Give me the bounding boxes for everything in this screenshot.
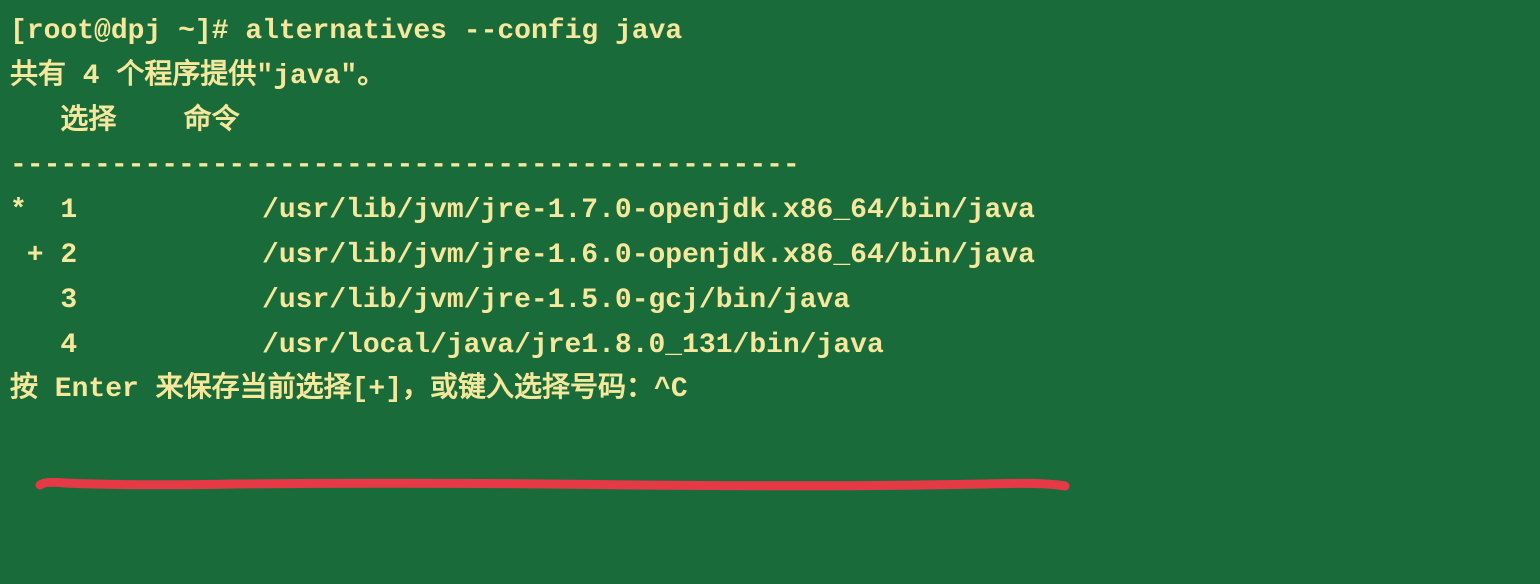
alternative-row: * 1 /usr/lib/jvm/jre-1.7.0-openjdk.x86_6… [10,189,1530,234]
prompt-host: dpj [111,16,161,47]
prompt-open-bracket: [ [10,16,27,47]
alternative-row: 4 /usr/local/java/jre1.8.0_131/bin/java [10,324,1530,369]
summary-line: 共有 4 个程序提供"java"。 [10,55,1530,100]
prompt-path: ~ [178,16,195,47]
prompt-user: root [27,16,94,47]
alternative-row: + 2 /usr/lib/jvm/jre-1.6.0-openjdk.x86_6… [10,234,1530,279]
highlight-annotation [35,470,1070,484]
divider-line: ----------------------------------------… [10,144,1530,189]
prompt-line: [root@dpj ~]# alternatives --config java [10,10,1530,55]
command-text: alternatives --config java [245,16,682,47]
footer-prompt[interactable]: 按 Enter 来保存当前选择[+]，或键入选择号码：^C [10,368,1530,413]
alternative-row: 3 /usr/lib/jvm/jre-1.5.0-gcj/bin/java [10,279,1530,324]
header-line: 选择 命令 [10,100,1530,145]
prompt-close-bracket: ] [195,16,212,47]
prompt-at: @ [94,16,111,47]
prompt-symbol: # [212,16,229,47]
